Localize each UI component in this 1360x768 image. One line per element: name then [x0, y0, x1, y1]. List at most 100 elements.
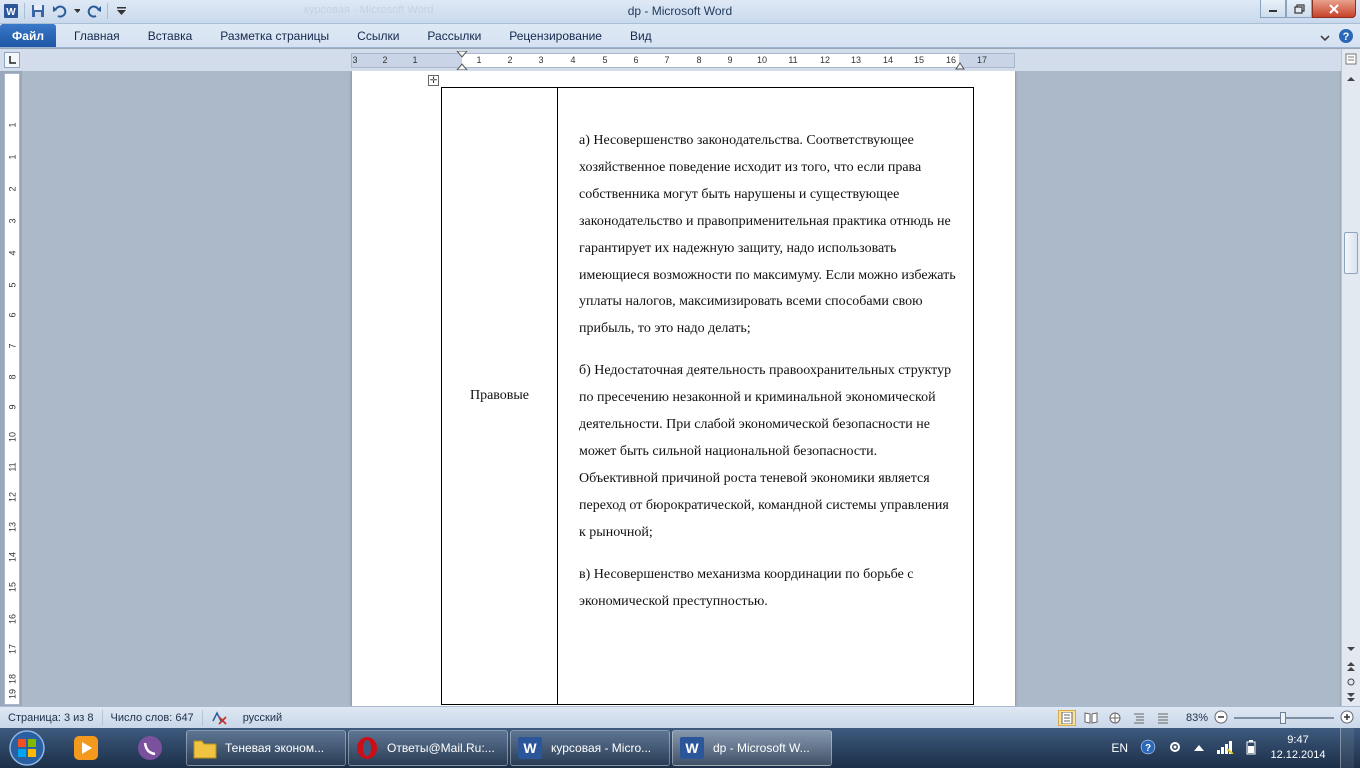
ruler-number: 5 — [602, 55, 608, 65]
ruler-number: 17 — [976, 55, 988, 65]
table-cell-category[interactable]: Правовые — [442, 88, 558, 704]
paragraph-a: а) Несовершенство законодательства. Соот… — [579, 133, 956, 337]
word-icon: W — [518, 737, 542, 759]
restore-icon[interactable] — [1286, 0, 1312, 18]
expand-ribbon-icon[interactable] — [1320, 31, 1330, 45]
tab-home[interactable]: Главная — [60, 24, 134, 47]
window-controls — [1260, 0, 1356, 18]
table-move-handle-icon[interactable]: ✛ — [428, 75, 439, 86]
ruler-number: 3 — [538, 55, 544, 65]
start-button-icon[interactable] — [2, 729, 52, 767]
tray-settings-icon[interactable] — [1168, 740, 1182, 757]
outline-view-icon[interactable] — [1130, 710, 1148, 726]
document-area: ✛ Правовые а) Несовершенство законодател… — [22, 71, 1340, 706]
redo-icon[interactable] — [85, 2, 103, 20]
vruler-number: 10 — [7, 432, 18, 443]
show-hidden-icons-icon[interactable] — [1194, 741, 1204, 755]
taskbar-item-opera[interactable]: Ответы@Mail.Ru:... — [348, 730, 508, 766]
horizontal-ruler[interactable]: 3 2 1 1 2 3 4 5 6 7 8 9 10 11 12 13 14 1… — [351, 51, 1015, 70]
input-language[interactable]: EN — [1111, 741, 1128, 755]
tab-references[interactable]: Ссылки — [343, 24, 413, 47]
undo-dropdown-icon[interactable] — [73, 2, 81, 20]
tray-help-icon[interactable]: ? — [1140, 739, 1156, 758]
taskbar-item-word-coursework[interactable]: W курсовая - Micro... — [510, 730, 670, 766]
customize-qat-icon[interactable] — [112, 2, 130, 20]
network-icon[interactable] — [1216, 740, 1234, 757]
tab-review[interactable]: Рецензирование — [495, 24, 616, 47]
vruler-number: 12 — [7, 492, 18, 503]
vruler-number: 15 — [7, 582, 18, 593]
svg-text:W: W — [6, 7, 16, 18]
folder-icon — [193, 740, 217, 759]
zoom-slider[interactable] — [1234, 712, 1334, 724]
clock[interactable]: 9:47 12.12.2014 — [1268, 733, 1328, 763]
ruler-number: 10 — [756, 55, 768, 65]
right-indent-marker-icon[interactable] — [955, 60, 965, 70]
paragraph-c: в) Несовершенство механизма координации … — [579, 566, 914, 609]
document-page[interactable]: ✛ Правовые а) Несовершенство законодател… — [352, 71, 1015, 706]
next-page-icon[interactable] — [1343, 689, 1359, 705]
scrollbar-thumb[interactable] — [1344, 232, 1358, 274]
word-count[interactable]: Число слов: 647 — [103, 709, 203, 726]
language-indicator[interactable]: русский — [235, 710, 290, 726]
svg-text:?: ? — [1145, 743, 1151, 754]
tab-mailings[interactable]: Рассылки — [413, 24, 495, 47]
tab-insert[interactable]: Вставка — [134, 24, 207, 47]
taskbar: Теневая эконом... Ответы@Mail.Ru:... W к… — [0, 728, 1360, 768]
vruler-number: 14 — [7, 552, 18, 563]
help-icon[interactable]: ? — [1338, 28, 1354, 47]
previous-page-icon[interactable] — [1343, 659, 1359, 675]
taskbar-item-folder[interactable]: Теневая эконом... — [186, 730, 346, 766]
draft-view-icon[interactable] — [1154, 710, 1172, 726]
tab-page-layout[interactable]: Разметка страницы — [206, 24, 343, 47]
tab-selector-icon[interactable] — [4, 52, 20, 68]
zoom-out-icon[interactable] — [1214, 710, 1228, 727]
indent-marker-icon[interactable] — [456, 51, 468, 70]
vruler-number: 4 — [7, 250, 18, 256]
media-player-icon[interactable] — [58, 731, 114, 765]
ruler-number: 8 — [696, 55, 702, 65]
vruler-number: 11 — [7, 462, 18, 472]
battery-icon[interactable] — [1246, 739, 1256, 758]
zoom-level[interactable]: 83% — [1186, 712, 1208, 724]
taskbar-item-word-dp[interactable]: W dp - Microsoft W... — [672, 730, 832, 766]
ruler-number: 1 — [412, 55, 418, 65]
print-layout-icon[interactable] — [1057, 710, 1076, 726]
scroll-down-icon[interactable] — [1343, 641, 1359, 657]
undo-icon[interactable] — [51, 2, 69, 20]
status-bar: Страница: 3 из 8 Число слов: 647 русский… — [0, 706, 1360, 728]
word-app-icon[interactable]: W — [2, 2, 20, 20]
ruler-number: 2 — [507, 55, 513, 65]
zoom-in-icon[interactable] — [1340, 710, 1354, 727]
minimize-icon[interactable] — [1260, 0, 1286, 18]
ruler-toggle-icon[interactable] — [1343, 51, 1359, 67]
close-icon[interactable] — [1312, 0, 1356, 18]
ruler-number: 7 — [664, 55, 670, 65]
proofing-icon[interactable] — [203, 710, 235, 726]
vertical-ruler[interactable]: 1 1 2 3 4 5 6 7 8 9 10 11 12 13 14 15 16… — [4, 73, 20, 705]
qat-separator — [24, 3, 25, 19]
save-icon[interactable] — [29, 2, 47, 20]
full-screen-reading-icon[interactable] — [1082, 710, 1100, 726]
zoom-slider-thumb[interactable] — [1280, 712, 1286, 724]
vruler-number: 17 — [7, 644, 18, 655]
table-cell-content[interactable]: а) Несовершенство законодательства. Соот… — [558, 88, 973, 704]
taskbar-item-label: Теневая эконом... — [225, 741, 325, 755]
vruler-number: 8 — [7, 374, 18, 380]
viber-icon[interactable] — [122, 731, 178, 765]
ruler-number: 15 — [913, 55, 925, 65]
opera-icon — [357, 737, 377, 759]
tab-view[interactable]: Вид — [616, 24, 666, 47]
select-browse-object-icon[interactable] — [1343, 674, 1359, 690]
vruler-number: 16 — [7, 614, 18, 625]
ruler-numbers: 3 2 1 1 2 3 4 5 6 7 8 9 10 11 12 13 14 1… — [352, 54, 1014, 67]
scroll-up-icon[interactable] — [1343, 71, 1359, 87]
ribbon-tabs: Файл Главная Вставка Разметка страницы С… — [0, 24, 1360, 48]
vertical-scrollbar[interactable] — [1341, 49, 1360, 706]
web-layout-icon[interactable] — [1106, 710, 1124, 726]
paragraph-b: б) Недостаточная деятельность правоохран… — [579, 363, 952, 540]
title-bar: W курсовая - Microsoft Word dp - Microso… — [0, 0, 1360, 24]
show-desktop-button[interactable] — [1340, 728, 1354, 768]
page-count[interactable]: Страница: 3 из 8 — [0, 709, 103, 726]
tab-file[interactable]: Файл — [0, 24, 56, 47]
